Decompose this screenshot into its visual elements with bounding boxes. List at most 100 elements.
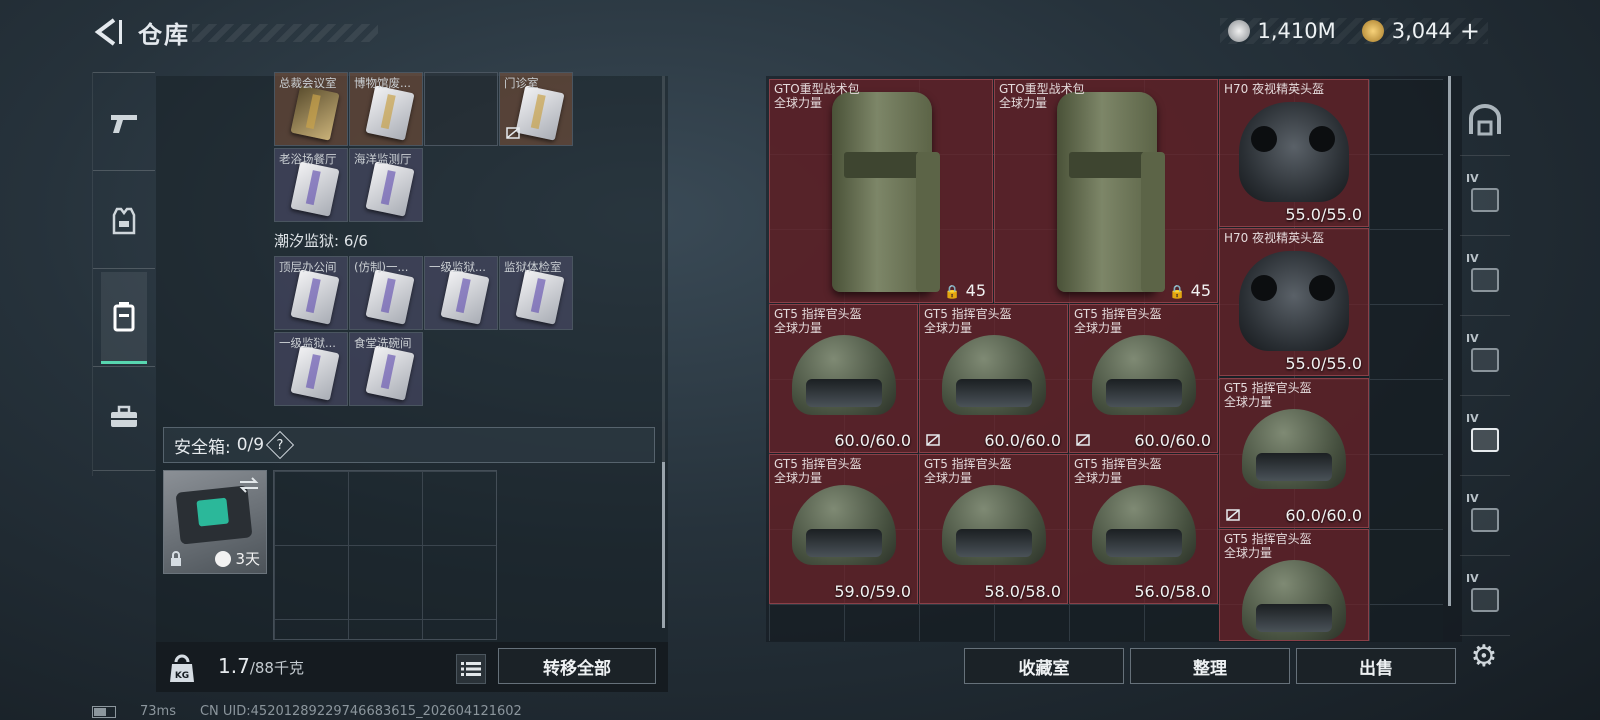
list-view-button[interactable] [456,654,486,684]
keycard-slot[interactable]: 门诊室 [499,72,573,146]
bag-item[interactable]: GTO重型战术包 全球力量 🔒 45 [994,79,1218,303]
tab-weapons[interactable] [101,78,147,168]
keycard-slot[interactable]: 老浴场餐厅 [274,148,348,222]
keycard-slot[interactable]: 博物馆废... [349,72,423,146]
helmet-image [1091,485,1196,565]
helmet-item[interactable]: GT5 指挥官头盔 全球力量 58.0/58.0 [919,454,1068,604]
tab-armor[interactable] [101,176,147,266]
storage-box-icon [1471,427,1499,452]
tab-storage-tier[interactable]: IV [1460,564,1510,636]
storage-box-icon [1471,507,1499,532]
pistol-icon [111,115,137,133]
keycard-label: 海洋监测厅 [354,152,412,166]
keycard-label: (仿制)一... [354,260,409,274]
add-currency-button[interactable]: + [1460,17,1480,45]
tab-storage[interactable] [101,272,147,364]
tab-storage-tier[interactable]: IV [1460,164,1510,236]
item-durability: 58.0/58.0 [984,582,1061,601]
helmet-item[interactable]: GT5 指挥官头盔 全球力量 56.0/58.0 [1069,454,1218,604]
keycard-slot[interactable]: 食堂洗碗间 [349,332,423,406]
tier-label: IV [1466,492,1479,505]
safe-box-slot[interactable]: 3天 [163,470,267,574]
back-arrow-icon[interactable] [92,16,124,48]
storage-box-icon [1471,187,1499,212]
collection-room-button[interactable]: 收藏室 [964,648,1124,684]
capacity-lock-icon: 🔒 [1169,285,1186,300]
keycard-label: 监狱体检室 [504,260,562,274]
safe-box-grid[interactable] [273,470,497,640]
keycard-slot[interactable]: 总裁会议室 [274,72,348,146]
tab-storage-tier[interactable]: IV [1460,244,1510,316]
item-name: GT5 指挥官头盔 全球力量 [924,307,1012,335]
keycard-image [515,269,565,325]
helmet-image [791,335,896,415]
storage-box-icon [1471,347,1499,372]
tab-storage-tier[interactable]: IV [1460,324,1510,396]
uid: CN UID:4520128922974668361​5_20260412160… [199,704,522,719]
keycard-label: 门诊室 [504,76,539,90]
left-nav [92,72,155,476]
keycard-slot[interactable]: 一级监狱... [274,332,348,406]
silver-coin-icon [1227,20,1250,42]
item-durability: 55.0/55.0 [1285,354,1362,373]
settings-gear-icon[interactable]: ⚙ [1466,638,1502,674]
nvg-item[interactable]: H70 夜视精英头盔 55.0/55.0 [1219,228,1369,376]
bag-capacity: 🔒 45 [1169,281,1211,300]
tier-label: IV [1466,332,1479,345]
prison-set-title: 潮汐监狱: 6/6 [274,232,368,250]
swap-icon[interactable] [238,477,260,493]
transfer-all-button[interactable]: 转移全部 [498,648,656,684]
item-durability: 60.0/60.0 [1285,506,1362,525]
item-durability: 60.0/60.0 [984,431,1061,450]
keycard-image [290,85,340,141]
item-durability: 60.0/60.0 [834,431,911,450]
currency-bar: 1,410M 3,044 + [1219,17,1488,45]
item-name: GT5 指挥官头盔 全球力量 [1074,307,1162,335]
help-button[interactable]: ? [265,430,295,460]
tab-toolbox[interactable] [101,372,147,462]
nvg-item[interactable]: H70 夜视精英头盔 55.0/55.0 [1219,79,1369,227]
keycard-slot[interactable]: 监狱体检室 [499,256,573,330]
keycard-slot[interactable] [424,72,498,146]
keycard-slot[interactable]: 一级监狱... [424,256,498,330]
page-title: 仓库 [138,21,190,49]
keycard-slot[interactable]: (仿制)一... [349,256,423,330]
keycard-slot[interactable]: 海洋监测厅 [349,148,423,222]
item-durability: 55.0/55.0 [1285,205,1362,224]
helmet-item[interactable]: GT5 指挥官头盔 全球力量 60.0/60.0 [769,304,918,453]
item-name: GT5 指挥官头盔 全球力量 [1224,532,1312,560]
nvg-image [1239,251,1349,351]
tab-arch[interactable] [1460,84,1510,156]
sell-button[interactable]: 出售 [1296,648,1456,684]
helmet-item[interactable]: GT5 指挥官头盔 全球力量 60.0/60.0 [919,304,1068,453]
warehouse-screen: 仓库 1,410M 3,044 + 潮汐监狱: 6/6 安全箱: 0/9 ? 3… [0,0,1600,720]
keycard-image [440,269,490,325]
left-scrollbar-thumb[interactable] [662,462,665,628]
safe-box-count: 0/9 [236,435,265,455]
status-bar: 73ms CN UID:4520128922974668361​5_202604… [92,704,522,719]
safe-box-timer: 3天 [215,548,260,569]
item-name: H70 夜视精英头盔 [1224,231,1325,245]
keycard-image [365,161,415,217]
safe-box-header: 安全箱: 0/9 ? [163,427,655,463]
safe-box-image [175,485,253,545]
item-name: H70 夜视精英头盔 [1224,82,1325,96]
helmet-item[interactable]: GT5 指挥官头盔 全球力量 60.0/60.0 [1219,378,1369,528]
helmet-item[interactable]: GT5 指挥官头盔 全球力量 [1219,529,1369,641]
keycard-label: 食堂洗碗间 [354,336,412,350]
organize-button[interactable]: 整理 [1130,648,1290,684]
kettlebell-icon: KG [170,654,194,682]
bag-item[interactable]: GTO重型战术包 全球力量 🔒 45 [769,79,993,303]
tab-storage-tier[interactable]: IV [1460,484,1510,556]
lock-icon [171,551,181,566]
storage-box-icon [1471,267,1499,292]
list-icon [461,662,481,676]
tab-storage-tier[interactable]: IV [1460,404,1510,476]
helmet-item[interactable]: GT5 指挥官头盔 全球力量 59.0/59.0 [769,454,918,604]
right-scrollbar[interactable] [1448,76,1451,606]
capacity-lock-icon: 🔒 [944,285,961,300]
helmet-item[interactable]: GT5 指挥官头盔 全球力量 60.0/60.0 [1069,304,1218,453]
keycard-slot[interactable]: 顶层办公间 [274,256,348,330]
no-insure-icon [926,434,940,446]
tier-label: IV [1466,412,1479,425]
